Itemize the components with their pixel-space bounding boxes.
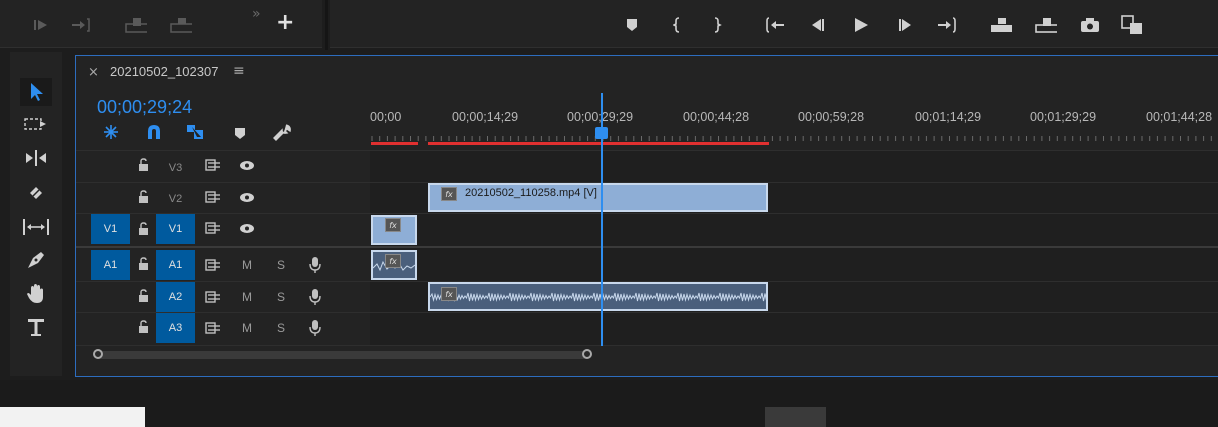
ruler-label: 00;01;14;29 [915, 110, 982, 124]
eye-icon[interactable] [239, 192, 255, 206]
razor-icon[interactable] [20, 179, 52, 207]
nest-insert-icon[interactable] [101, 123, 121, 145]
hand-icon[interactable] [20, 280, 52, 308]
comparison-view-icon[interactable] [1121, 14, 1143, 36]
extract-icon[interactable] [170, 14, 192, 36]
sync-lock-icon[interactable] [205, 222, 221, 237]
step-back-icon[interactable] [807, 14, 829, 36]
program-monitor-toolbar [330, 0, 1218, 48]
track-name-v3[interactable]: V3 [156, 162, 195, 174]
lift-icon[interactable] [990, 14, 1012, 36]
ruler-label: 00;01;44;28 [1146, 110, 1213, 124]
go-to-out-icon[interactable] [70, 14, 92, 36]
taskbar-search-area[interactable] [0, 407, 145, 427]
mark-out-icon[interactable] [706, 14, 728, 36]
sync-lock-icon[interactable] [205, 191, 221, 206]
eye-icon[interactable] [239, 160, 255, 174]
selection-tool-icon[interactable] [20, 78, 52, 106]
track-name-v1[interactable]: V1 [156, 214, 195, 244]
track-name-a1[interactable]: A1 [156, 250, 195, 280]
fx-badge: fx [385, 218, 401, 232]
playhead-handle[interactable] [595, 127, 608, 139]
ruler-label: 00;00;59;28 [798, 110, 865, 124]
track-divider [76, 150, 1218, 151]
track-divider [76, 345, 1218, 346]
solo-button[interactable]: S [277, 321, 285, 335]
snap-icon[interactable] [145, 123, 163, 145]
go-to-in-icon[interactable] [764, 14, 786, 36]
pen-icon[interactable] [20, 246, 52, 274]
lift-icon[interactable] [125, 14, 147, 36]
track-name-a2[interactable]: A2 [156, 282, 195, 312]
playhead-timecode[interactable]: 00;00;29;24 [97, 97, 192, 118]
fx-badge: fx [441, 187, 457, 201]
taskbar [0, 380, 1218, 427]
step-forward-icon[interactable] [895, 14, 917, 36]
slip-icon[interactable] [20, 213, 52, 241]
track-name-a3[interactable]: A3 [156, 313, 195, 343]
type-tool-icon[interactable] [20, 314, 52, 342]
go-to-out-icon[interactable] [936, 14, 958, 36]
zoom-handle-right[interactable] [582, 349, 592, 359]
lock-icon[interactable] [138, 190, 149, 206]
ruler-label: 00;00 [370, 110, 402, 124]
tools-panel [10, 52, 62, 376]
ruler-label: 00;00;14;29 [452, 110, 519, 124]
panel-menu-icon[interactable]: ≡ [233, 63, 245, 79]
zoom-handle-left[interactable] [93, 349, 103, 359]
track-content-area[interactable] [370, 150, 1218, 346]
source-patch-a1[interactable]: A1 [91, 250, 130, 280]
sync-lock-icon[interactable] [205, 291, 221, 306]
wrench-icon[interactable] [272, 123, 292, 147]
add-button-icon[interactable]: + [276, 10, 294, 35]
mute-button[interactable]: M [242, 258, 252, 272]
mute-button[interactable]: M [242, 290, 252, 304]
track-divider [76, 213, 1218, 214]
fx-badge: fx [385, 254, 401, 268]
ruler-label: 00;01;29;29 [1030, 110, 1097, 124]
panel-divider [325, 0, 328, 50]
video-audio-divider [76, 246, 1218, 248]
fx-badge: fx [441, 287, 457, 301]
extract-icon[interactable] [1035, 14, 1057, 36]
microphone-icon[interactable] [309, 288, 321, 309]
track-name-v2[interactable]: V2 [156, 193, 195, 205]
track-divider [76, 312, 1218, 313]
solo-button[interactable]: S [277, 258, 285, 272]
add-marker-icon[interactable] [234, 126, 246, 145]
track-select-forward-icon[interactable] [20, 110, 52, 138]
linked-selection-icon[interactable] [185, 123, 205, 145]
lock-icon[interactable] [138, 289, 149, 305]
add-marker-icon[interactable] [621, 14, 643, 36]
more-icon[interactable]: » [252, 6, 261, 22]
play-icon[interactable] [850, 14, 872, 36]
source-monitor-toolbar: » + [0, 0, 322, 48]
microphone-icon[interactable] [309, 319, 321, 340]
sequence-tab-name[interactable]: 20210502_102307 [110, 64, 218, 79]
sync-lock-icon[interactable] [205, 159, 221, 174]
audio-clip-a2[interactable] [428, 282, 768, 311]
close-tab-button[interactable]: × [88, 65, 99, 80]
clip-name: 20210502_110258.mp4 [V] [465, 187, 597, 199]
source-patch-v1[interactable]: V1 [91, 214, 130, 244]
step-forward-icon[interactable] [30, 14, 52, 36]
sync-lock-icon[interactable] [205, 322, 221, 337]
taskbar-active-app[interactable] [765, 407, 826, 427]
lock-icon[interactable] [138, 320, 149, 336]
ripple-edit-icon[interactable] [20, 144, 52, 172]
lock-icon[interactable] [138, 257, 149, 273]
eye-icon[interactable] [239, 223, 255, 237]
solo-button[interactable]: S [277, 290, 285, 304]
lock-icon[interactable] [138, 158, 149, 174]
lock-icon[interactable] [138, 222, 149, 238]
export-frame-icon[interactable] [1079, 14, 1101, 36]
ruler-label: 00;00;44;28 [683, 110, 750, 124]
mark-in-icon[interactable] [667, 14, 689, 36]
mute-button[interactable]: M [242, 321, 252, 335]
timeline-zoom-scrollbar[interactable] [95, 351, 590, 359]
sync-lock-icon[interactable] [205, 259, 221, 274]
microphone-icon[interactable] [309, 256, 321, 277]
